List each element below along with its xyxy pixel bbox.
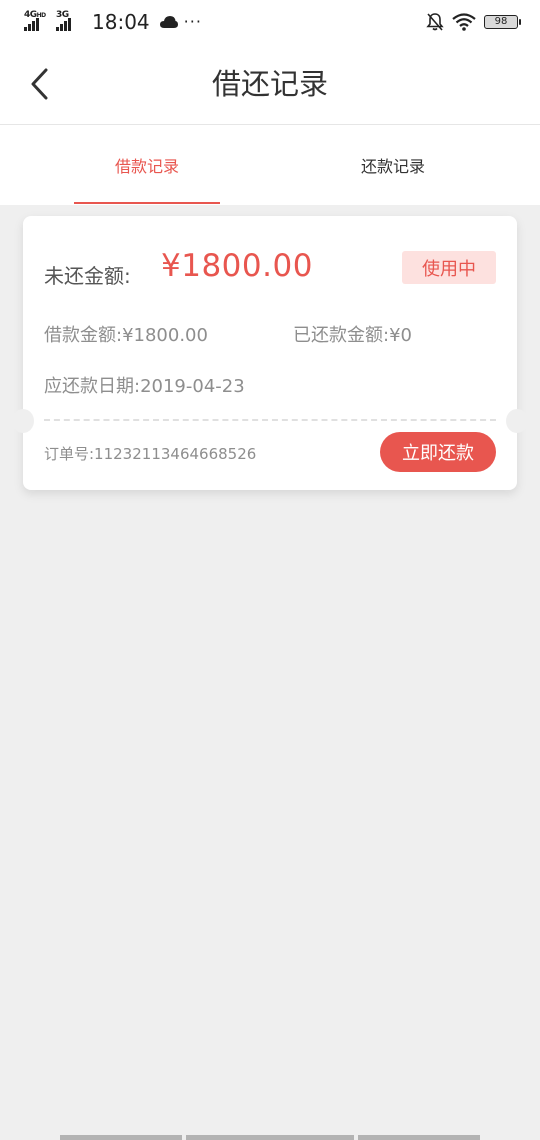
unpaid-amount-label: 未还金额:: [44, 264, 131, 288]
due-date: 应还款日期:2019-04-23: [44, 376, 245, 397]
wifi-icon: [452, 13, 476, 31]
status-bar: 4GHD 3G 18:04 ··· 98: [0, 0, 540, 44]
page-title: 借还记录: [211, 67, 328, 101]
battery-icon: 98: [484, 15, 521, 29]
signal-4g-icon: 4GHD: [24, 11, 50, 33]
tab-borrow-records[interactable]: 借款记录: [12, 125, 282, 205]
unpaid-amount-value: ¥1800.00: [161, 248, 313, 284]
chevron-left-icon: [31, 68, 48, 100]
repaid-amount: 已还款金额:¥0: [293, 325, 412, 346]
dashed-divider: [44, 419, 496, 421]
signal-3g-icon: 3G: [56, 11, 82, 33]
status-bar-right: 98: [426, 10, 521, 34]
gesture-bar-center[interactable]: [186, 1135, 354, 1140]
repay-now-button[interactable]: 立即还款: [380, 432, 496, 472]
card-notch-left: [12, 409, 34, 433]
more-notifications-icon: ···: [183, 12, 202, 31]
tab-bar: 借款记录 还款记录: [0, 125, 540, 205]
status-bar-left: 4GHD 3G 18:04 ···: [24, 9, 202, 35]
status-badge: 使用中: [402, 251, 496, 284]
gesture-bar-left[interactable]: [60, 1135, 182, 1140]
loan-amount: 借款金额:¥1800.00: [44, 325, 208, 346]
card-notch-right: [506, 409, 528, 433]
tab-repay-records[interactable]: 还款记录: [258, 125, 528, 205]
nav-bar: 借还记录: [0, 44, 540, 125]
bell-off-icon: [426, 13, 444, 31]
gesture-bar-right[interactable]: [358, 1135, 480, 1140]
cloud-icon: [159, 16, 178, 28]
loan-record-card[interactable]: 未还金额: ¥1800.00 使用中 借款金额:¥1800.00 已还款金额:¥…: [12, 216, 528, 490]
battery-level: 98: [494, 16, 508, 27]
active-tab-indicator: [74, 202, 220, 204]
status-time: 18:04: [92, 10, 150, 34]
back-button[interactable]: [20, 64, 60, 104]
order-number: 订单号:11232113464668526: [44, 445, 257, 463]
